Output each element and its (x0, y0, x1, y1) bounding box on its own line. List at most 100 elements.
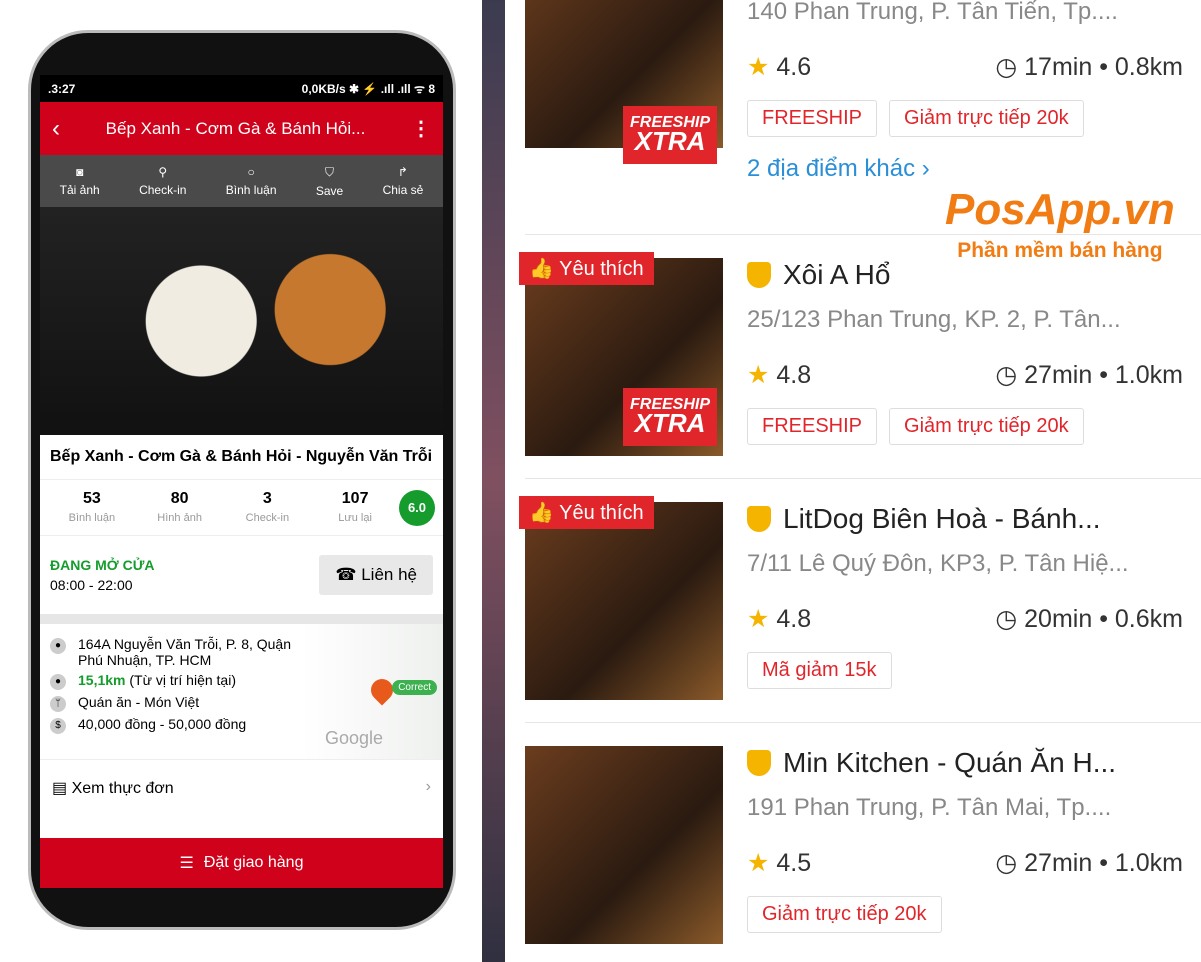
promo-tags: Mã giảm 15k (747, 652, 1183, 689)
stat-value: 107 (341, 489, 369, 507)
meta-row: ★ 4.8 ◷ 20min • 0.6km (747, 604, 1183, 634)
stat-label: Hình ảnh (157, 511, 202, 524)
clock-icon: ◷ (995, 53, 1018, 81)
app-bar: ‹ Bếp Xanh - Cơm Gà & Bánh Hỏi... ⋮ (40, 102, 443, 155)
name-text: LitDog Biên Hoà - Bánh... (783, 503, 1101, 534)
distance: 0.6km (1114, 605, 1183, 633)
tool-camera[interactable]: ◙ Tải ảnh (60, 155, 100, 207)
more-icon[interactable]: ⋮ (411, 116, 431, 141)
promo-tag: Giảm trực tiếp 20k (889, 100, 1084, 137)
freeship-xtra-badge: FREESHIP XTRA (623, 106, 717, 164)
tool-share[interactable]: ↱ Chia sẻ (383, 155, 424, 207)
opening-hours: 08:00 - 22:00 (50, 577, 133, 593)
correct-badge: Correct (392, 680, 437, 695)
favorite-badge: 👍 Yêu thích (519, 252, 654, 285)
verified-shield-icon (747, 750, 771, 776)
menu-text: Xem thực đơn (71, 780, 174, 797)
food-photo[interactable] (40, 207, 443, 435)
restaurant-address: 191 Phan Trung, P. Tân Mai, Tp.... (747, 794, 1112, 821)
rating-value: 4.8 (776, 605, 812, 633)
open-status: ĐANG MỞ CỬA (50, 557, 155, 573)
action-toolbar: ◙ Tải ảnh ⚲ Check-in ○ Bình luận ⛉ Save ↱ Chia sẻ (40, 155, 443, 207)
order-icon: ☰ (179, 855, 194, 872)
xtra-bottom: XTRA (634, 408, 706, 438)
restaurant-address: 140 Phan Trung, P. Tân Tiến, Tp.... (747, 0, 1118, 25)
eta-distance: ◷ 27min • 1.0km (995, 361, 1183, 389)
back-icon[interactable]: ‹ (52, 115, 60, 143)
rating: ★ 4.5 (747, 848, 811, 878)
promo-tag: Mã giảm 15k (747, 652, 892, 689)
name-text: Min Kitchen - Quán Ăn H... (783, 747, 1117, 778)
contact-button[interactable]: ☎ Liên hệ (319, 555, 433, 595)
contact-label: Liên hệ (361, 565, 417, 584)
clock-icon: ◷ (995, 849, 1018, 877)
distance-note: (Từ vị trí hiện tại) (129, 672, 236, 688)
clock-icon: ◷ (995, 361, 1018, 389)
order-label: Đặt giao hàng (203, 854, 304, 871)
distance-icon: ● (50, 674, 66, 690)
tool-map-pin[interactable]: ⚲ Check-in (139, 155, 186, 207)
map-pin-icon: ⚲ (158, 165, 168, 179)
eta-distance: ◷ 17min • 0.8km (995, 53, 1183, 81)
distance: 1.0km (1114, 849, 1183, 877)
chevron-right-icon: › (425, 778, 431, 795)
divider (525, 722, 1201, 723)
eta: 27min (1024, 849, 1093, 877)
stat-value: 80 (170, 489, 189, 507)
restaurant-name: Xôi A Hổ (747, 258, 1183, 292)
rating: ★ 4.8 (747, 360, 811, 390)
watermark-logo: PosApp.vn (945, 185, 1175, 234)
eta: 20min (1024, 605, 1093, 633)
menu-label: ▤ Xem thực đơn (52, 780, 174, 797)
favorite-badge: 👍 Yêu thích (519, 496, 654, 529)
distance-value: 15,1km (78, 672, 126, 688)
distance: 1.0km (1114, 361, 1183, 389)
camera-icon: ◙ (76, 165, 84, 179)
rating: ★ 4.6 (747, 52, 811, 82)
distance: 0.8km (1114, 53, 1183, 81)
stat-item[interactable]: 53 Bình luận (48, 490, 136, 526)
promo-tag: Giảm trực tiếp 20k (747, 896, 942, 933)
info-section: ● 164A Nguyễn Văn Trỗi, P. 8, Quận Phú Nh… (40, 624, 443, 759)
clock-icon: ◷ (995, 605, 1018, 633)
restaurant-name: Bếp Xanh - Cơm Gà & Bánh Hỏi - Nguyễn Vă… (40, 435, 443, 480)
meta-row: ★ 4.8 ◷ 27min • 1.0km (747, 360, 1183, 390)
promo-tag: FREESHIP (747, 408, 878, 445)
stat-label: Lưu lại (338, 511, 372, 524)
stat-label: Check-in (245, 511, 290, 524)
rating-value: 4.5 (776, 849, 812, 877)
eta: 27min (1024, 361, 1093, 389)
star-icon: ★ (747, 849, 770, 877)
score-badge: 6.0 (399, 489, 435, 526)
tool-label: Save (315, 183, 344, 198)
tool-label: Bình luận (225, 183, 277, 197)
tool-comment[interactable]: ○ Bình luận (226, 155, 277, 207)
meta-row: ★ 4.5 ◷ 27min • 1.0km (747, 848, 1183, 878)
dollar-icon: $ (50, 718, 66, 734)
name-text: Xôi A Hổ (783, 259, 891, 290)
favorite-label: Yêu thích (559, 258, 644, 280)
stat-item[interactable]: 107 Lưu lại (311, 490, 399, 526)
distance: 15,1km (Từ vị trí hiện tại) (78, 672, 236, 688)
view-menu-row[interactable]: ▤ Xem thực đơn › (40, 759, 443, 816)
restaurant-address: 25/123 Phan Trung, KP. 2, P. Tân... (747, 306, 1121, 333)
restaurant-thumbnail (525, 502, 723, 700)
price-range: 40,000 đồng - 50,000 đồng (78, 716, 247, 732)
comment-icon: ○ (247, 165, 255, 179)
verified-shield-icon (747, 506, 771, 532)
order-delivery-button[interactable]: ☰ Đặt giao hàng (40, 838, 443, 888)
bookmark-icon: ⛉ (325, 164, 335, 179)
stat-item[interactable]: 80 Hình ảnh (136, 490, 224, 526)
status-time: .3:27 (48, 81, 76, 96)
rating: ★ 4.8 (747, 604, 811, 634)
star-icon: ★ (747, 53, 770, 81)
rating-value: 4.8 (776, 361, 812, 389)
other-locations-link[interactable]: 2 địa điểm khác › (747, 155, 1183, 183)
promo-tags: Giảm trực tiếp 20k (747, 896, 1183, 933)
tool-bookmark[interactable]: ⛉ Save (316, 155, 343, 207)
restaurant-name: Min Kitchen - Quán Ăn H... (747, 746, 1183, 780)
status-icons: 0,0KB/s ✱ ⚡ .ıll .ıll ᯤ 8 (301, 82, 435, 96)
stat-item[interactable]: 3 Check-in (224, 490, 312, 526)
stat-value: 3 (262, 489, 272, 507)
share-icon: ↱ (397, 165, 408, 179)
